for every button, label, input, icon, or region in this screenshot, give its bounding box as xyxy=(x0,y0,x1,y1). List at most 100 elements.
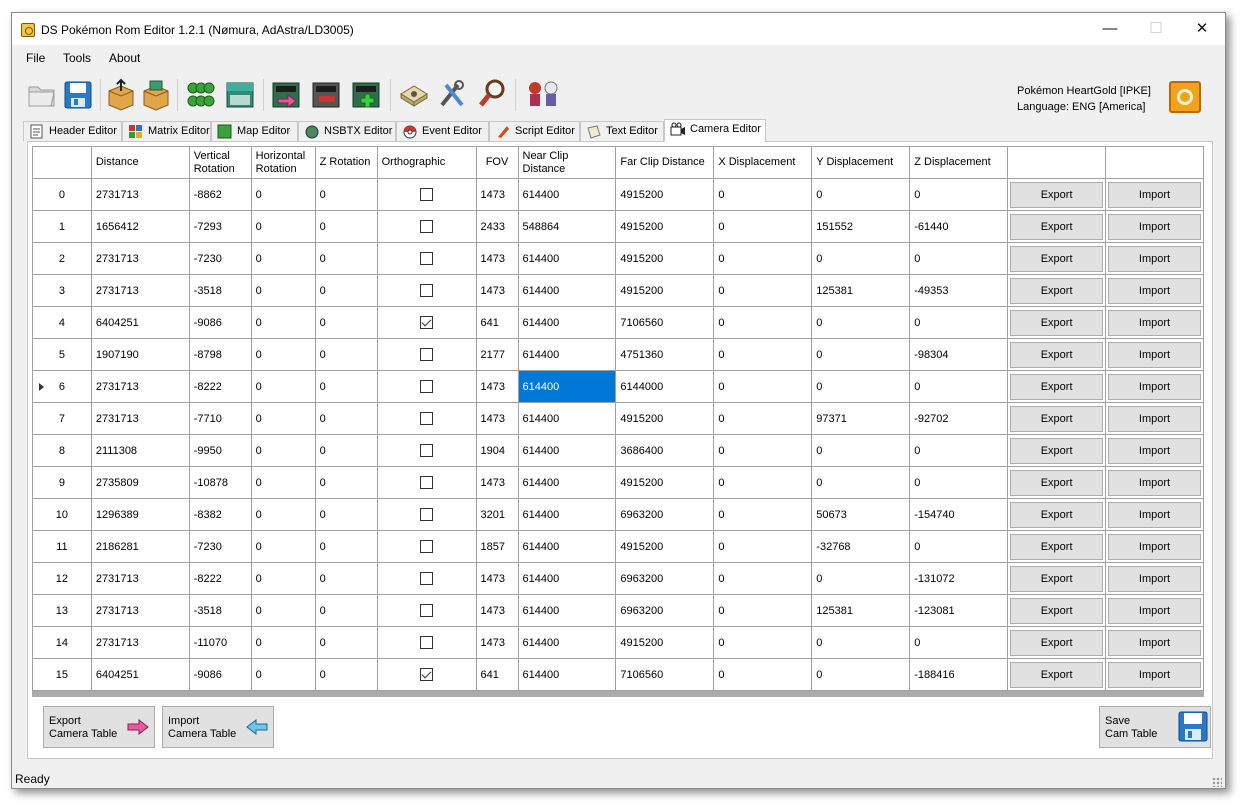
x-displacement-cell[interactable]: 0 xyxy=(713,530,813,563)
row-header[interactable]: 14 xyxy=(32,626,92,659)
import-row-button[interactable]: Import xyxy=(1108,597,1201,624)
col-header-far-clip[interactable]: Far Clip Distance xyxy=(615,146,715,179)
row-header[interactable]: 10 xyxy=(32,498,92,531)
near-clip-cell[interactable]: 614400 xyxy=(517,434,617,467)
row-header[interactable]: 12 xyxy=(32,562,92,595)
export-row-button[interactable]: Export xyxy=(1010,181,1104,208)
near-clip-cell[interactable]: 614400 xyxy=(517,370,617,403)
import-row-button[interactable]: Import xyxy=(1108,469,1201,496)
distance-cell[interactable]: 2731713 xyxy=(90,370,190,403)
export-row-button[interactable]: Export xyxy=(1010,501,1104,528)
export-row-button[interactable]: Export xyxy=(1010,405,1104,432)
z-rotation-cell[interactable]: 0 xyxy=(314,530,378,563)
distance-cell[interactable]: 2731713 xyxy=(90,178,190,211)
z-rotation-cell[interactable]: 0 xyxy=(314,434,378,467)
orthographic-checkbox[interactable] xyxy=(376,434,477,467)
clover-icon[interactable] xyxy=(184,77,216,111)
trainer-sprites-icon[interactable] xyxy=(524,77,564,111)
tab-script-editor[interactable]: Script Editor xyxy=(489,121,580,141)
z-rotation-cell[interactable]: 0 xyxy=(314,178,378,211)
orthographic-checkbox[interactable] xyxy=(376,178,477,211)
orthographic-checkbox[interactable] xyxy=(376,530,477,563)
magnifier-icon[interactable] xyxy=(476,77,508,111)
fov-cell[interactable]: 1473 xyxy=(475,594,519,627)
col-header-z-displacement[interactable]: Z Displacement xyxy=(909,146,1009,179)
row-header[interactable]: 8 xyxy=(32,434,92,467)
menu-about[interactable]: About xyxy=(109,51,140,65)
z-displacement-cell[interactable]: -131072 xyxy=(909,562,1009,595)
horizontal-rotation-cell[interactable]: 0 xyxy=(250,274,316,307)
far-clip-cell[interactable]: 4751360 xyxy=(615,338,715,371)
tab-matrix-editor[interactable]: Matrix Editor xyxy=(122,121,211,141)
row-header[interactable]: 3 xyxy=(32,274,92,307)
near-clip-cell[interactable]: 614400 xyxy=(517,178,617,211)
fov-cell[interactable]: 3201 xyxy=(475,498,519,531)
y-displacement-cell[interactable]: 0 xyxy=(811,370,911,403)
far-clip-cell[interactable]: 4915200 xyxy=(615,242,715,275)
import-row-button[interactable]: Import xyxy=(1108,277,1201,304)
x-displacement-cell[interactable]: 0 xyxy=(713,626,813,659)
vertical-rotation-cell[interactable]: -3518 xyxy=(188,274,252,307)
x-displacement-cell[interactable]: 0 xyxy=(713,338,813,371)
import-row-button[interactable]: Import xyxy=(1108,245,1201,272)
save-floppy-icon[interactable] xyxy=(62,77,94,111)
import-row-button[interactable]: Import xyxy=(1108,565,1201,592)
x-displacement-cell[interactable]: 0 xyxy=(713,434,813,467)
row-header[interactable]: 1 xyxy=(32,210,92,243)
distance-cell[interactable]: 1296389 xyxy=(90,498,190,531)
y-displacement-cell[interactable]: 0 xyxy=(811,562,911,595)
z-displacement-cell[interactable]: 0 xyxy=(909,626,1009,659)
fov-cell[interactable]: 1473 xyxy=(475,274,519,307)
vertical-rotation-cell[interactable]: -7230 xyxy=(188,242,252,275)
export-row-button[interactable]: Export xyxy=(1010,533,1104,560)
save-cam-table-button[interactable]: Save Cam Table xyxy=(1099,706,1211,748)
z-displacement-cell[interactable]: -98304 xyxy=(909,338,1009,371)
far-clip-cell[interactable]: 7106560 xyxy=(615,658,715,691)
far-clip-cell[interactable]: 4915200 xyxy=(615,466,715,499)
col-header-near-clip[interactable]: Near Clip Distance xyxy=(517,146,617,179)
z-rotation-cell[interactable]: 0 xyxy=(314,594,378,627)
fov-cell[interactable]: 1473 xyxy=(475,402,519,435)
maximize-button[interactable]: ☐ xyxy=(1133,13,1179,45)
far-clip-cell[interactable]: 7106560 xyxy=(615,306,715,339)
z-rotation-cell[interactable]: 0 xyxy=(314,210,378,243)
orthographic-checkbox[interactable] xyxy=(376,594,477,627)
vertical-rotation-cell[interactable]: -9086 xyxy=(188,658,252,691)
fov-cell[interactable]: 1473 xyxy=(475,370,519,403)
z-displacement-cell[interactable]: 0 xyxy=(909,530,1009,563)
import-row-button[interactable]: Import xyxy=(1108,629,1201,656)
x-displacement-cell[interactable]: 0 xyxy=(713,466,813,499)
far-clip-cell[interactable]: 4915200 xyxy=(615,530,715,563)
export-row-button[interactable]: Export xyxy=(1010,629,1104,656)
building-export-icon[interactable] xyxy=(270,77,302,111)
fov-cell[interactable]: 1473 xyxy=(475,562,519,595)
z-rotation-cell[interactable]: 0 xyxy=(314,562,378,595)
far-clip-cell[interactable]: 6144000 xyxy=(615,370,715,403)
y-displacement-cell[interactable]: 125381 xyxy=(811,274,911,307)
z-displacement-cell[interactable]: -49353 xyxy=(909,274,1009,307)
y-displacement-cell[interactable]: 0 xyxy=(811,626,911,659)
wrench-pencil-icon[interactable] xyxy=(436,77,468,111)
near-clip-cell[interactable]: 614400 xyxy=(517,274,617,307)
z-rotation-cell[interactable]: 0 xyxy=(314,466,378,499)
z-rotation-cell[interactable]: 0 xyxy=(314,402,378,435)
y-displacement-cell[interactable]: -32768 xyxy=(811,530,911,563)
export-row-button[interactable]: Export xyxy=(1010,373,1104,400)
z-displacement-cell[interactable]: -123081 xyxy=(909,594,1009,627)
y-displacement-cell[interactable]: 50673 xyxy=(811,498,911,531)
horizontal-rotation-cell[interactable]: 0 xyxy=(250,498,316,531)
z-rotation-cell[interactable]: 0 xyxy=(314,498,378,531)
z-rotation-cell[interactable]: 0 xyxy=(314,370,378,403)
vertical-rotation-cell[interactable]: -8382 xyxy=(188,498,252,531)
far-clip-cell[interactable]: 4915200 xyxy=(615,178,715,211)
col-header-z-rotation[interactable]: Z Rotation xyxy=(314,146,378,179)
row-header[interactable]: 15 xyxy=(32,658,92,691)
x-displacement-cell[interactable]: 0 xyxy=(713,178,813,211)
col-header-horizontal-rotation[interactable]: Horizontal Rotation xyxy=(250,146,316,179)
y-displacement-cell[interactable]: 151552 xyxy=(811,210,911,243)
tab-nsbtx-editor[interactable]: NSBTX Editor xyxy=(298,121,396,141)
x-displacement-cell[interactable]: 0 xyxy=(713,402,813,435)
far-clip-cell[interactable]: 4915200 xyxy=(615,402,715,435)
horizontal-rotation-cell[interactable]: 0 xyxy=(250,658,316,691)
horizontal-rotation-cell[interactable]: 0 xyxy=(250,242,316,275)
